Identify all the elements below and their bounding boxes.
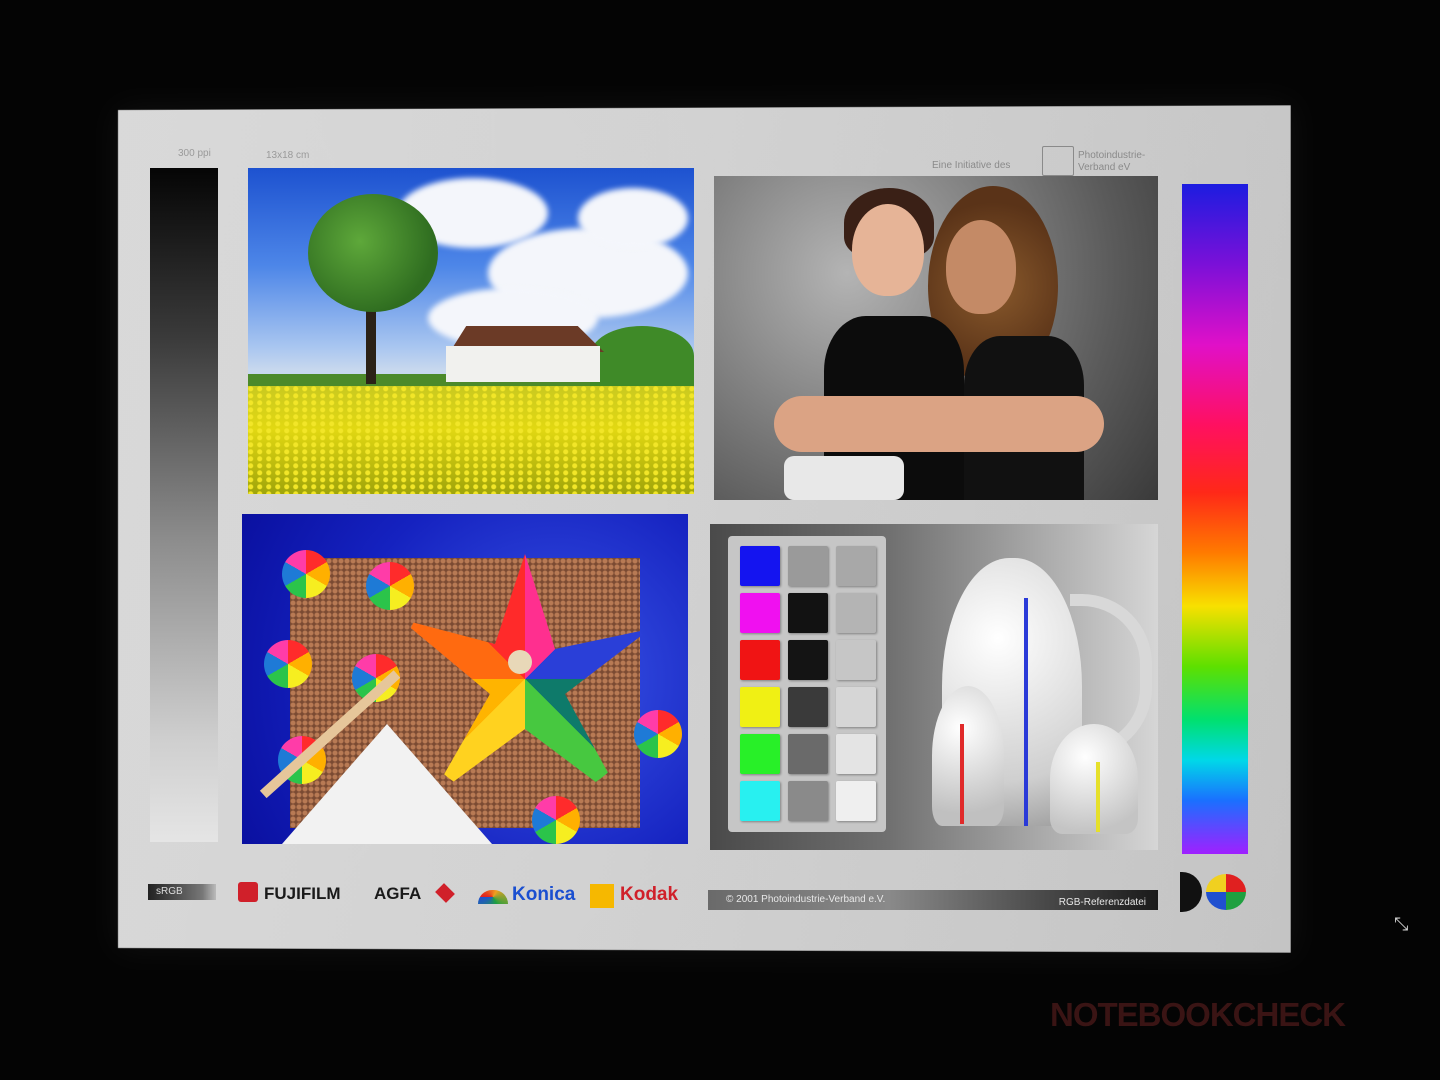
color-spectrum-bar — [1182, 184, 1248, 854]
small-pinwheel — [282, 550, 330, 598]
brand-konica: Konica — [512, 884, 576, 905]
resolution-label: 300 ppi — [178, 148, 211, 159]
size-label: 13x18 cm — [266, 150, 310, 161]
brand-agfa: AGFA — [374, 884, 422, 903]
color-chip — [788, 734, 828, 774]
landscape-photo — [248, 168, 694, 494]
porcelain-pot-right — [1050, 724, 1138, 834]
red-stripe — [960, 724, 964, 824]
brand-fujifilm: FUJIFILM — [264, 884, 341, 903]
color-chip — [836, 781, 876, 821]
bushes — [590, 326, 694, 386]
portrait-photo — [714, 176, 1158, 500]
photoindustrie-logo-icon — [1042, 146, 1074, 176]
color-chip — [740, 640, 780, 680]
rapeseed-field — [248, 386, 694, 494]
dq-logo — [1180, 872, 1250, 912]
cloud — [578, 188, 688, 248]
watermark-text: NOTEBOOKCHECK — [1050, 996, 1346, 1033]
small-pinwheel — [366, 562, 414, 610]
chair — [784, 456, 904, 500]
grayscale-ramp — [150, 168, 218, 842]
reference-label: RGB-Referenzdatei — [1058, 897, 1146, 908]
porcelain-pot-left — [932, 686, 1004, 826]
color-chip — [740, 781, 780, 821]
color-chip — [788, 593, 828, 633]
small-pinwheel — [634, 710, 682, 758]
expand-icon[interactable]: ⤡ — [1394, 914, 1408, 935]
copyright-text: © 2001 Photoindustrie-Verband e.V. — [726, 894, 886, 905]
color-chip — [788, 640, 828, 680]
color-chip — [836, 640, 876, 680]
color-chip — [788, 546, 828, 586]
color-chip — [740, 734, 780, 774]
color-chip — [836, 546, 876, 586]
brand-kodak: Kodak — [620, 884, 679, 905]
color-chip — [740, 687, 780, 727]
face-left — [852, 204, 924, 296]
small-pinwheel — [532, 796, 580, 844]
yellow-stripe — [1096, 762, 1100, 832]
color-chip — [788, 687, 828, 727]
tree-crown — [308, 194, 438, 312]
srgb-label: sRGB — [148, 884, 216, 900]
fujifilm-logo-icon — [238, 882, 258, 902]
initiative-label: Eine Initiative des — [932, 160, 1011, 171]
pinwheel-photo — [242, 514, 688, 844]
pinwheel-hub — [508, 650, 532, 674]
dq-logo-d-icon — [1180, 872, 1202, 912]
crossed-arms — [774, 396, 1104, 452]
color-chip — [788, 781, 828, 821]
org-line1: Photoindustrie- — [1078, 150, 1146, 161]
dq-logo-q-icon — [1206, 874, 1246, 910]
color-checker-photo — [710, 524, 1158, 850]
color-chip — [740, 593, 780, 633]
copyright-bar: © 2001 Photoindustrie-Verband e.V. RGB-R… — [708, 890, 1158, 910]
color-chip — [740, 546, 780, 586]
color-chip — [836, 734, 876, 774]
org-line2: Verband eV — [1078, 162, 1131, 173]
kodak-logo-icon — [590, 884, 614, 908]
small-pinwheel — [264, 640, 312, 688]
org-name: Photoindustrie- Verband eV — [1078, 150, 1145, 174]
color-chip — [836, 593, 876, 633]
color-chip — [836, 687, 876, 727]
farmhouse — [446, 346, 600, 382]
blue-stripe — [1024, 598, 1028, 826]
face-right — [946, 220, 1016, 314]
